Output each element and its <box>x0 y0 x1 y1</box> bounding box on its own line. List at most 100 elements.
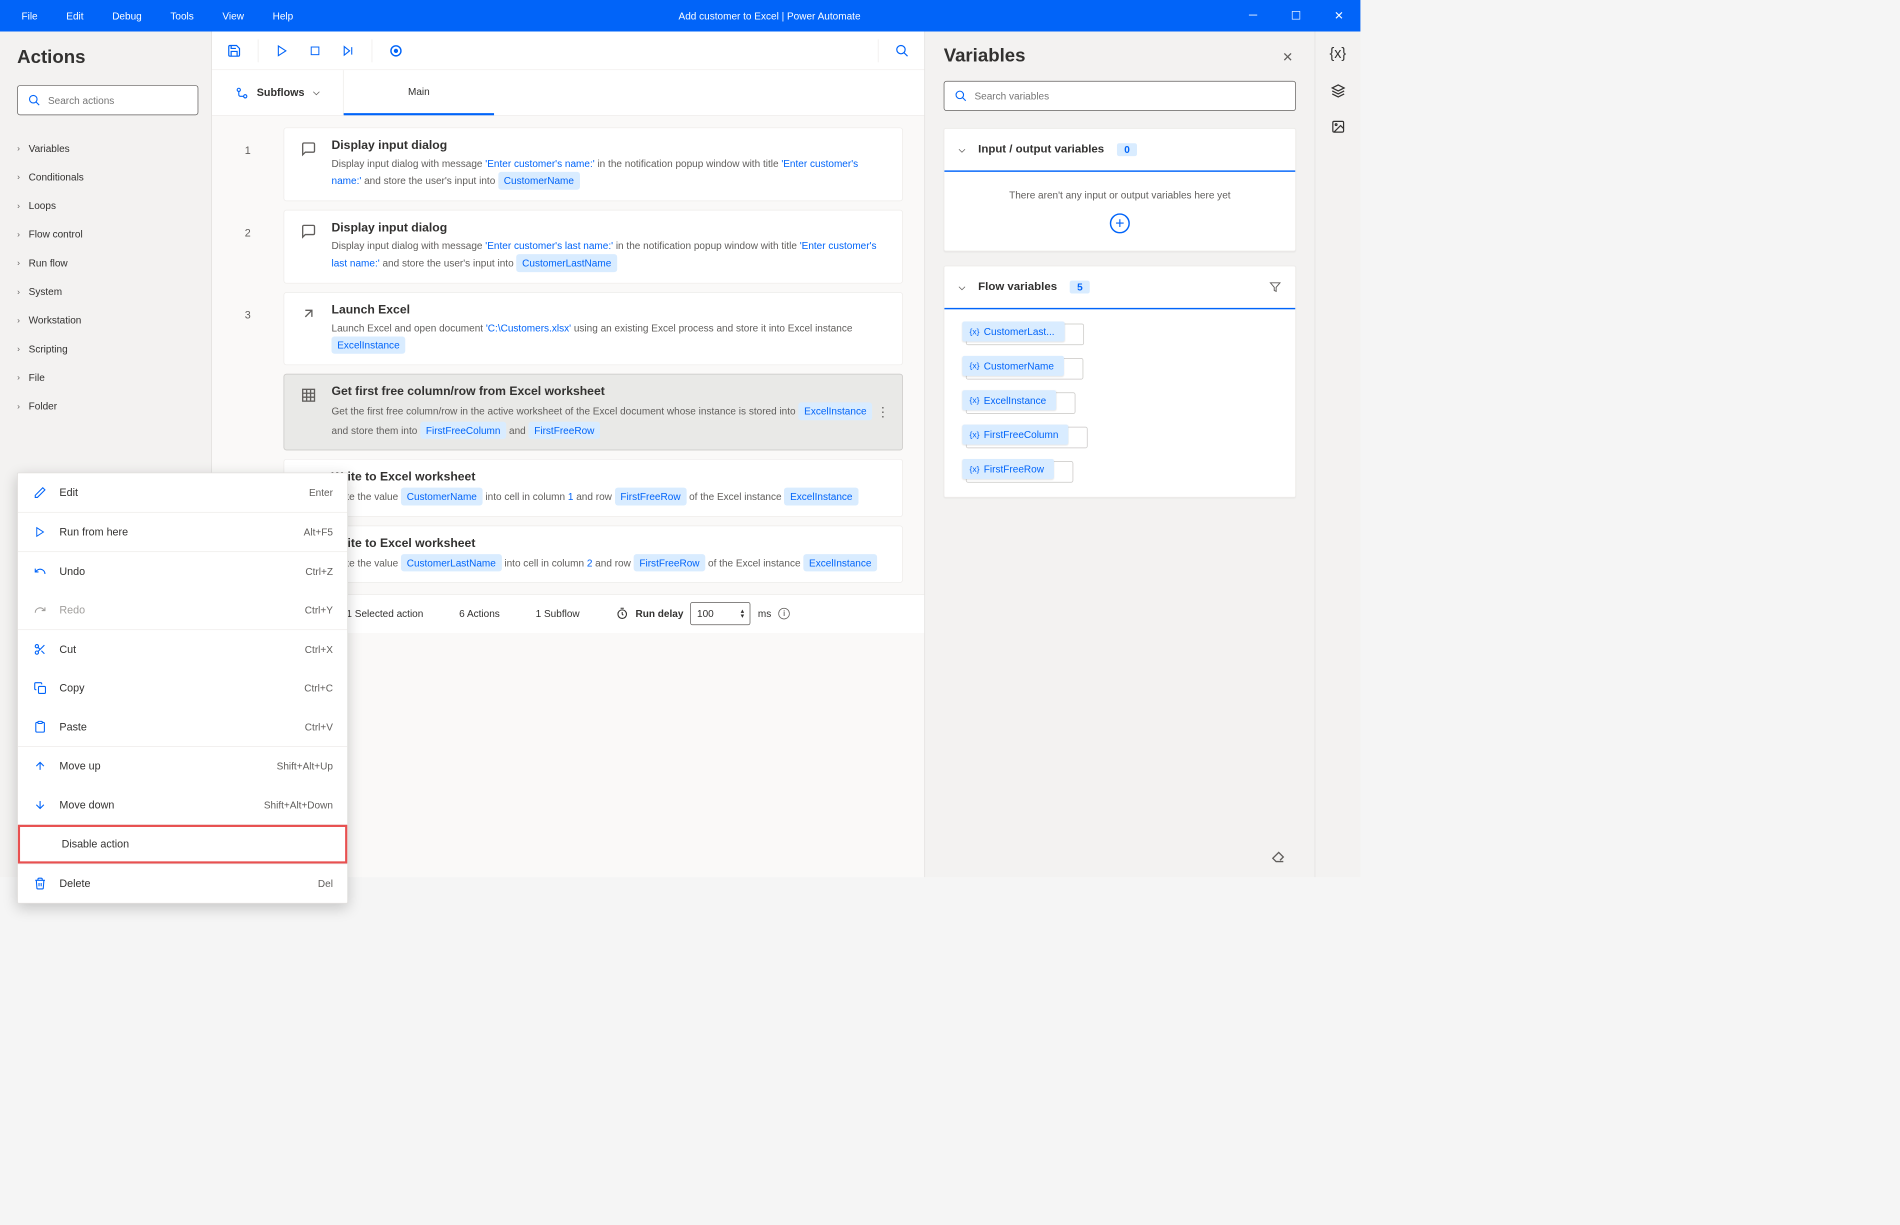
add-variable-button[interactable]: + <box>1110 213 1130 233</box>
step-description: Launch Excel and open document 'C:\Custo… <box>332 320 888 355</box>
menu-debug[interactable]: Debug <box>98 10 156 21</box>
flow-variables-count: 5 <box>1070 281 1090 294</box>
record-button[interactable] <box>382 37 409 64</box>
variables-search-input[interactable] <box>974 90 1285 101</box>
io-variables-count: 0 <box>1117 143 1137 156</box>
category-scripting[interactable]: ›Scripting <box>17 334 198 363</box>
menu-edit[interactable]: Edit <box>52 10 98 21</box>
category-variables[interactable]: ›Variables <box>17 134 198 163</box>
eraser-icon[interactable] <box>1270 848 1286 864</box>
step-card[interactable]: Display input dialogDisplay input dialog… <box>284 127 903 201</box>
io-variables-header[interactable]: ⌵ Input / output variables 0 <box>944 129 1295 172</box>
toolbar <box>212 32 924 71</box>
variable-chip[interactable]: {x}FirstFreeRow <box>966 461 1073 482</box>
step-card[interactable]: Write to Excel worksheet Write the value … <box>284 459 903 517</box>
context-cut[interactable]: CutCtrl+X <box>18 630 347 669</box>
close-variables-button[interactable]: ✕ <box>1282 50 1293 65</box>
variables-search[interactable] <box>944 81 1296 111</box>
category-workstation[interactable]: ›Workstation <box>17 306 198 335</box>
cut-icon <box>32 643 48 656</box>
variable-chip[interactable]: {x}CustomerName <box>966 358 1083 379</box>
subflows-dropdown[interactable]: Subflows ⌵ <box>212 70 344 115</box>
context-redo[interactable]: RedoCtrl+Y <box>18 591 347 630</box>
save-button[interactable] <box>221 37 248 64</box>
variable-chip[interactable]: {x}CustomerLast... <box>966 324 1084 345</box>
minimize-button[interactable]: ─ <box>1232 0 1275 32</box>
context-undo[interactable]: UndoCtrl+Z <box>18 552 347 591</box>
category-conditionals[interactable]: ›Conditionals <box>17 163 198 192</box>
chevron-right-icon: › <box>17 172 20 182</box>
images-rail-icon[interactable] <box>1331 120 1345 134</box>
chevron-right-icon: › <box>17 372 20 382</box>
stop-button[interactable] <box>301 37 328 64</box>
step-card[interactable]: Launch Excel Launch Excel and open docume… <box>284 292 903 366</box>
step-card[interactable]: Display input dialogDisplay input dialog… <box>284 210 903 284</box>
context-edit[interactable]: EditEnter <box>18 473 347 512</box>
flow-variables-title: Flow variables <box>978 281 1057 294</box>
more-icon[interactable]: ⋮ <box>876 405 889 420</box>
actions-panel: Actions ›Variables›Conditionals›Loops›Fl… <box>0 32 212 878</box>
step-row: Get first free column/row from Excel wor… <box>212 370 924 455</box>
step-row: 1Display input dialogDisplay input dialo… <box>212 123 924 205</box>
down-icon <box>32 798 48 811</box>
category-folder[interactable]: ›Folder <box>17 392 198 421</box>
chevron-right-icon: › <box>17 200 20 210</box>
category-flow-control[interactable]: ›Flow control <box>17 220 198 249</box>
step-number: 2 <box>212 205 284 239</box>
step-description: Write the value CustomerName into cell i… <box>332 487 888 506</box>
step-title: Write to Excel worksheet <box>332 470 888 484</box>
trash-icon <box>32 877 48 890</box>
context-paste[interactable]: PasteCtrl+V <box>18 707 347 746</box>
variables-rail-icon[interactable]: {x} <box>1329 46 1346 62</box>
menu-tools[interactable]: Tools <box>156 10 208 21</box>
context-move-up[interactable]: Move upShift+Alt+Up <box>18 747 347 786</box>
category-loops[interactable]: ›Loops <box>17 191 198 220</box>
step-description: Get the first free column/row in the act… <box>332 402 888 440</box>
context-disable-action[interactable]: Disable action <box>18 825 347 864</box>
maximize-button[interactable]: ☐ <box>1274 0 1317 32</box>
io-variables-section: ⌵ Input / output variables 0 There aren'… <box>944 128 1296 251</box>
step-icon <box>299 303 319 355</box>
titlebar: File Edit Debug Tools View Help Add cust… <box>0 0 1360 32</box>
context-move-down[interactable]: Move downShift+Alt+Down <box>18 785 347 824</box>
layers-rail-icon[interactable] <box>1331 84 1345 98</box>
flow-variables-header[interactable]: ⌵ Flow variables 5 <box>944 266 1295 309</box>
status-actions: 6 Actions <box>459 608 500 619</box>
chevron-down-icon: ⌵ <box>959 282 966 293</box>
search-icon <box>28 94 41 107</box>
copy-icon <box>32 682 48 695</box>
step-icon <box>299 385 319 440</box>
chevron-right-icon: › <box>17 229 20 239</box>
run-delay-input[interactable]: 100 ▴▾ <box>691 602 751 625</box>
chevron-right-icon: › <box>17 344 20 354</box>
filter-icon[interactable] <box>1269 281 1280 292</box>
io-variables-title: Input / output variables <box>978 143 1104 156</box>
variable-chip[interactable]: {x}FirstFreeColumn <box>966 427 1088 448</box>
menu-file[interactable]: File <box>7 10 52 21</box>
category-system[interactable]: ›System <box>17 277 198 306</box>
step-card[interactable]: Write to Excel worksheetWrite the value … <box>284 525 903 583</box>
step-card[interactable]: Get first free column/row from Excel wor… <box>284 374 903 450</box>
context-delete[interactable]: DeleteDel <box>18 864 347 903</box>
category-run-flow[interactable]: ›Run flow <box>17 248 198 277</box>
variable-chip[interactable]: {x}ExcelInstance <box>966 392 1076 413</box>
close-button[interactable]: ✕ <box>1317 0 1360 32</box>
step-button[interactable] <box>334 37 361 64</box>
step-title: Display input dialog <box>332 220 888 234</box>
actions-search[interactable] <box>17 85 198 115</box>
io-empty-text: There aren't any input or output variabl… <box>962 189 1278 200</box>
menu-view[interactable]: View <box>208 10 258 21</box>
context-run-from-here[interactable]: Run from hereAlt+F5 <box>18 513 347 552</box>
menu-help[interactable]: Help <box>258 10 307 21</box>
actions-search-input[interactable] <box>48 95 188 106</box>
context-copy[interactable]: CopyCtrl+C <box>18 669 347 708</box>
info-icon[interactable]: i <box>778 608 789 619</box>
run-button[interactable] <box>269 37 296 64</box>
step-title: Launch Excel <box>332 303 888 317</box>
status-selected: 1 Selected action <box>346 608 423 619</box>
subflows-icon <box>235 86 248 99</box>
variables-panel: Variables ✕ ⌵ Input / output variables 0… <box>924 32 1314 878</box>
toolbar-search-button[interactable] <box>889 37 916 64</box>
tab-main[interactable]: Main <box>344 70 494 115</box>
category-file[interactable]: ›File <box>17 363 198 392</box>
